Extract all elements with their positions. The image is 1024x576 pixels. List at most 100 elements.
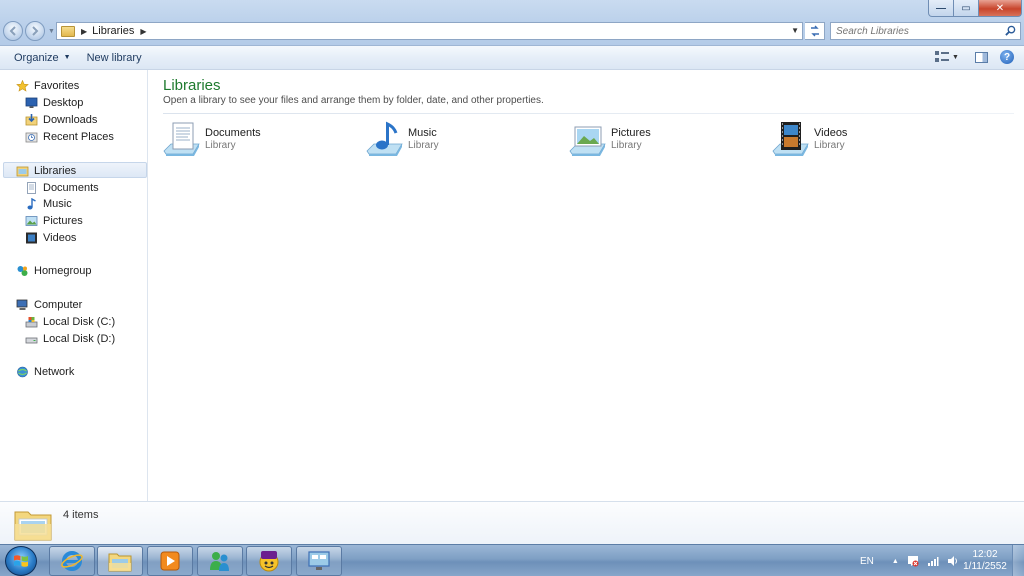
taskbar-yahoo-messenger[interactable] (246, 546, 292, 576)
close-button[interactable]: ✕ (979, 0, 1022, 17)
taskbar-remote-desktop[interactable] (296, 546, 342, 576)
show-hidden-icons-button[interactable]: ▲ (892, 558, 899, 565)
recent-places-icon (25, 132, 38, 142)
nav-network[interactable]: Network (16, 364, 74, 379)
yahoo-messenger-icon (259, 551, 279, 572)
media-player-icon (160, 551, 180, 571)
library-name: Documents (205, 127, 261, 139)
breadcrumb-separator-icon[interactable]: ▶ (140, 27, 146, 36)
taskbar-messenger[interactable] (197, 546, 243, 576)
organize-button[interactable]: Organize ▼ (0, 46, 79, 70)
nav-computer[interactable]: Computer (16, 297, 82, 312)
downloads-icon (25, 113, 38, 125)
show-desktop-button[interactable] (1012, 545, 1024, 576)
nav-item-downloads[interactable]: Downloads (25, 112, 97, 127)
search-input[interactable] (831, 25, 996, 37)
nav-homegroup-label: Homegroup (34, 264, 92, 277)
back-button[interactable] (3, 21, 23, 41)
breadcrumb-separator-icon[interactable]: ▶ (81, 27, 87, 36)
forward-button[interactable] (25, 21, 45, 41)
nav-item-local-disk-c[interactable]: Local Disk (C:) (25, 314, 115, 329)
address-history-dropdown[interactable]: ▼ (791, 26, 799, 35)
pictures-library-icon (569, 126, 606, 156)
nav-network-label: Network (34, 365, 75, 378)
nav-libraries-label: Libraries (34, 164, 77, 177)
nav-item-label: Desktop (43, 96, 84, 109)
language-indicator[interactable]: EN (860, 556, 874, 567)
system-tray: EN ▲ (848, 545, 959, 576)
videos-library-icon (772, 122, 809, 156)
library-type: Library (205, 140, 236, 151)
search-box[interactable] (830, 22, 1021, 40)
start-button[interactable] (5, 546, 37, 576)
clock-date: 1/11/2552 (963, 561, 1007, 572)
command-bar: Organize ▼ New library ▼ ? (0, 46, 1024, 70)
nav-item-recent-places[interactable]: Recent Places (25, 129, 114, 144)
libraries-folder-icon (14, 511, 52, 541)
navigation-buttons: ▼ (3, 21, 55, 41)
network-status-icon[interactable] (927, 555, 939, 567)
help-icon[interactable]: ? (1000, 50, 1014, 64)
nav-item-videos[interactable]: Videos (25, 230, 76, 245)
chevron-down-icon[interactable]: ▼ (952, 54, 959, 61)
nav-item-pictures[interactable]: Pictures (25, 213, 83, 228)
library-name: Videos (814, 127, 848, 139)
breadcrumb-libraries[interactable]: Libraries (92, 25, 134, 37)
address-bar[interactable]: ▶ Libraries ▶ ▼ (56, 22, 803, 40)
refresh-button[interactable] (805, 22, 825, 40)
music-library-icon (366, 121, 403, 156)
library-type: Library (611, 140, 642, 151)
hard-drive-icon (25, 337, 38, 343)
content-area: Libraries Open a library to see your fil… (149, 70, 1024, 501)
taskbar-windows-explorer[interactable] (97, 546, 143, 576)
header-divider (163, 113, 1014, 114)
nav-favorites[interactable]: Favorites (16, 78, 79, 93)
library-tile-pictures[interactable]: Pictures Library (569, 121, 769, 161)
search-icon[interactable] (1005, 25, 1016, 36)
taskbar-internet-explorer[interactable] (49, 546, 95, 576)
music-icon (27, 197, 36, 209)
nav-item-label: Documents (43, 181, 99, 194)
nav-item-label: Recent Places (43, 130, 114, 143)
system-drive-icon (25, 316, 38, 327)
messenger-icon (210, 552, 229, 571)
library-tile-documents[interactable]: Documents Library (163, 121, 363, 161)
item-count: 4 items (63, 509, 99, 521)
library-type: Library (814, 140, 845, 151)
minimize-button[interactable]: — (928, 0, 954, 17)
nav-homegroup[interactable]: Homegroup (16, 263, 91, 278)
documents-library-icon (163, 122, 200, 156)
window-titlebar: — ▭ ✕ ▼ ▶ Libraries ▶ ▼ (0, 0, 1024, 46)
details-pane: 4 items (0, 501, 1024, 544)
nav-item-desktop[interactable]: Desktop (25, 95, 83, 110)
system-clock[interactable]: 12:02 1/11/2552 (955, 549, 1015, 573)
preview-pane-button[interactable] (975, 51, 988, 63)
windows-explorer-icon (108, 553, 132, 572)
action-center-icon[interactable] (907, 555, 919, 567)
nav-item-documents[interactable]: Documents (25, 180, 99, 195)
nav-item-music[interactable]: Music (25, 196, 72, 211)
libraries-folder-icon (61, 25, 75, 37)
nav-libraries[interactable]: Libraries (16, 163, 76, 178)
refresh-icon (810, 25, 819, 37)
navigation-pane: Favorites Desktop Downloads Recent Place… (0, 70, 148, 501)
documents-icon (27, 181, 36, 194)
library-tile-videos[interactable]: Videos Library (772, 121, 972, 161)
clock-time: 12:02 (972, 549, 998, 560)
change-view-button[interactable]: ▼ (935, 50, 963, 64)
taskbar-media-player[interactable] (147, 546, 193, 576)
taskbar: EN ▲ 12:02 1/11/2552 (0, 544, 1024, 576)
windows-logo-icon (14, 555, 28, 567)
forward-arrow-icon (32, 26, 39, 36)
library-name: Pictures (611, 127, 651, 139)
nav-item-local-disk-d[interactable]: Local Disk (D:) (25, 331, 115, 346)
nav-item-label: Music (43, 197, 72, 210)
new-library-button[interactable]: New library (79, 46, 150, 70)
view-options-icon (935, 51, 949, 62)
maximize-button[interactable]: ▭ (954, 0, 979, 17)
nav-item-label: Pictures (43, 214, 83, 227)
page-description: Open a library to see your files and arr… (163, 95, 544, 106)
recent-pages-dropdown[interactable]: ▼ (48, 28, 55, 35)
desktop-icon (25, 97, 38, 108)
library-tile-music[interactable]: Music Library (366, 121, 566, 161)
